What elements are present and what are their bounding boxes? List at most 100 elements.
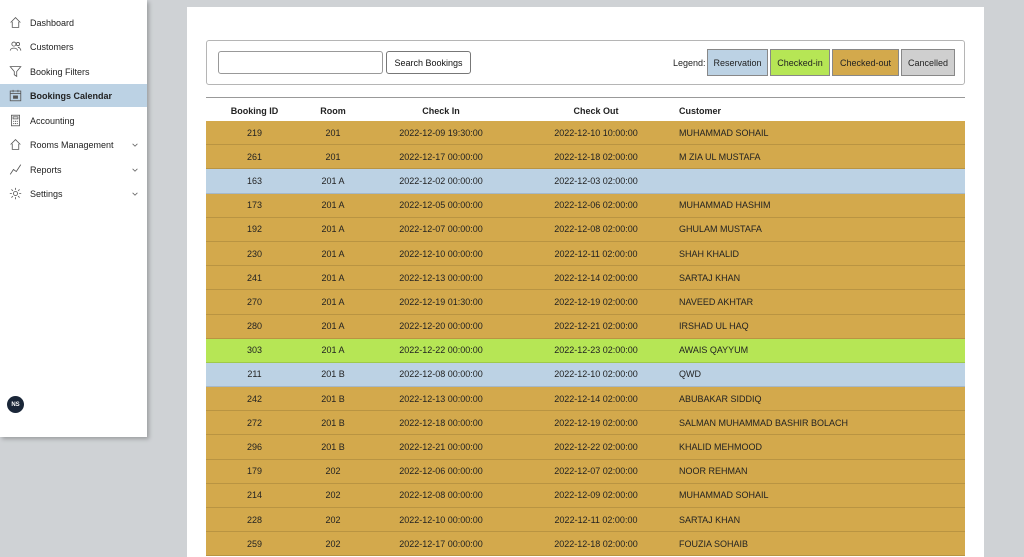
table-row[interactable]: 179 202 2022-12-06 00:00:00 2022-12-07 02:0… — [206, 459, 965, 484]
check-out-cell: 2022-12-11 02:00:00 — [554, 248, 638, 259]
customer-cell: NAVEED AKHTAR — [679, 296, 754, 307]
search-input[interactable] — [218, 51, 383, 74]
booking-id-cell: 261 — [246, 151, 263, 162]
table-row[interactable]: 280 201 A 2022-12-20 00:00:00 2022-12-21 02… — [206, 314, 965, 339]
booking-id-cell: 270 — [246, 296, 263, 307]
room-cell: 201 A — [321, 200, 345, 211]
booking-id-cell: 228 — [246, 514, 263, 525]
sidebar-item-customers[interactable]: Customers — [0, 35, 147, 58]
table-row[interactable]: 173 201 A 2022-12-05 00:00:00 2022-12-06 02… — [206, 193, 965, 218]
check-in-cell: 2022-12-06 00:00:00 — [399, 466, 483, 477]
check-in-cell: 2022-12-13 00:00:00 — [399, 272, 483, 283]
room-cell: 201 — [325, 151, 341, 162]
check-in-cell: 2022-12-02 00:00:00 — [399, 175, 483, 186]
table-row[interactable]: 242 201 B 2022-12-13 00:00:00 2022-12-14 02… — [206, 387, 965, 412]
divider — [206, 97, 965, 98]
room-cell: 201 A — [321, 345, 345, 356]
booking-id-cell: 163 — [246, 175, 263, 186]
sidebar: Dashboard Customers Booking Filters Book… — [0, 0, 147, 437]
check-out-cell: 2022-12-23 02:00:00 — [554, 345, 638, 356]
customer-cell: MUHAMMAD SOHAIL — [679, 490, 769, 501]
booking-id-cell: 219 — [246, 127, 263, 138]
search-toolbar: Search Bookings Legend: Reservation Chec… — [206, 40, 965, 85]
check-in-cell: 2022-12-07 00:00:00 — [399, 224, 483, 235]
check-in-cell: 2022-12-10 00:00:00 — [399, 248, 483, 259]
booking-id-cell: 241 — [246, 272, 263, 283]
table-row[interactable]: 230 201 A 2022-12-10 00:00:00 2022-12-11 02… — [206, 241, 965, 267]
table-row[interactable]: 192 201 A 2022-12-07 00:00:00 2022-12-08 02… — [206, 217, 965, 242]
legend-label: Legend: — [673, 58, 706, 68]
sidebar-item-settings[interactable]: Settings — [0, 182, 147, 205]
booking-id-cell: 242 — [246, 393, 263, 404]
table-header: Booking ID Room Check In Check Out Custo… — [206, 100, 965, 121]
column-header-customer[interactable]: Customer — [673, 106, 965, 116]
room-cell: 201 B — [321, 393, 345, 404]
booking-id-cell: 214 — [246, 490, 263, 501]
avatar[interactable]: NS — [7, 396, 24, 413]
search-bookings-button[interactable]: Search Bookings — [386, 51, 471, 74]
sidebar-item-label: Customers — [30, 41, 74, 52]
check-out-cell: 2022-12-14 02:00:00 — [554, 393, 638, 404]
sidebar-item-reports[interactable]: Reports — [0, 158, 147, 181]
table-row[interactable]: 211 201 B 2022-12-08 00:00:00 2022-12-10 02… — [206, 362, 965, 388]
table-row[interactable]: 241 201 A 2022-12-13 00:00:00 2022-12-14 02… — [206, 266, 965, 291]
customer-cell: SARTAJ KHAN — [679, 272, 741, 283]
table-row[interactable]: 259 202 2022-12-17 00:00:00 2022-12-18 02:0… — [206, 532, 965, 557]
sidebar-item-booking-filters[interactable]: Booking Filters — [0, 60, 147, 83]
booking-id-cell: 230 — [246, 248, 263, 259]
filter-icon — [8, 65, 22, 79]
main-panel: Search Bookings Legend: Reservation Chec… — [187, 7, 984, 557]
users-icon — [8, 40, 22, 54]
sidebar-item-label: Bookings Calendar — [30, 90, 113, 101]
sidebar-item-dashboard[interactable]: Dashboard — [0, 11, 147, 34]
room-cell: 201 A — [321, 224, 345, 235]
room-cell: 201 B — [321, 442, 345, 453]
chevron-down-icon[interactable] — [131, 190, 139, 198]
table-row[interactable]: 261 201 2022-12-17 00:00:00 2022-12-18 02:0… — [206, 145, 965, 170]
check-in-cell: 2022-12-21 00:00:00 — [399, 442, 483, 453]
sidebar-item-rooms-management[interactable]: Rooms Management — [0, 133, 147, 156]
column-header-check-out[interactable]: Check Out — [519, 106, 673, 116]
sidebar-item-accounting[interactable]: Accounting — [0, 109, 147, 132]
sidebar-item-bookings-calendar[interactable]: Bookings Calendar — [0, 84, 147, 107]
check-out-cell: 2022-12-07 02:00:00 — [554, 466, 638, 477]
room-cell: 201 A — [321, 321, 345, 332]
customer-cell: QWD — [679, 369, 701, 380]
table-row[interactable]: 214 202 2022-12-08 00:00:00 2022-12-09 02:0… — [206, 483, 965, 508]
customer-cell: MUHAMMAD HASHIM — [679, 200, 771, 211]
sidebar-item-label: Settings — [30, 188, 63, 199]
check-out-cell: 2022-12-19 02:00:00 — [554, 296, 638, 307]
column-header-check-in[interactable]: Check In — [363, 106, 519, 116]
chevron-down-icon[interactable] — [131, 166, 139, 174]
legend-cancelled: Cancelled — [901, 49, 955, 76]
customer-cell: ABUBAKAR SIDDIQ — [679, 393, 762, 404]
booking-id-cell: 296 — [246, 442, 263, 453]
table-row[interactable]: 272 201 B 2022-12-18 00:00:00 2022-12-19 02… — [206, 411, 965, 436]
check-in-cell: 2022-12-18 00:00:00 — [399, 417, 483, 428]
sidebar-item-label: Accounting — [30, 115, 75, 126]
room-cell: 202 — [325, 538, 341, 549]
check-in-cell: 2022-12-20 00:00:00 — [399, 321, 483, 332]
room-cell: 201 — [325, 127, 341, 138]
booking-id-cell: 259 — [246, 538, 263, 549]
chevron-down-icon[interactable] — [131, 141, 139, 149]
room-cell: 201 A — [321, 175, 345, 186]
bookings-table-body: 219 201 2022-12-09 19:30:00 2022-12-10 10:0… — [206, 121, 965, 557]
table-row[interactable]: 163 201 A 2022-12-02 00:00:00 2022-12-03 02… — [206, 169, 965, 194]
booking-id-cell: 173 — [246, 200, 263, 211]
column-header-booking-id[interactable]: Booking ID — [206, 106, 303, 116]
check-in-cell: 2022-12-10 00:00:00 — [399, 514, 483, 525]
column-header-room[interactable]: Room — [303, 106, 363, 116]
table-row[interactable]: 228 202 2022-12-10 00:00:00 2022-12-11 02:0… — [206, 508, 965, 533]
sidebar-item-label: Dashboard — [30, 17, 75, 28]
table-row[interactable]: 270 201 A 2022-12-19 01:30:00 2022-12-19 02… — [206, 290, 965, 315]
table-row[interactable]: 296 201 B 2022-12-21 00:00:00 2022-12-22 02… — [206, 435, 965, 460]
table-row[interactable]: 219 201 2022-12-09 19:30:00 2022-12-10 10:0… — [206, 121, 965, 146]
check-out-cell: 2022-12-18 02:00:00 — [554, 151, 638, 162]
customer-cell: MUHAMMAD SOHAIL — [679, 127, 769, 138]
table-row[interactable]: 303 201 A 2022-12-22 00:00:00 2022-12-23 02… — [206, 338, 965, 363]
customer-cell: NOOR REHMAN — [679, 466, 748, 477]
check-out-cell: 2022-12-11 02:00:00 — [554, 514, 638, 525]
booking-id-cell: 272 — [246, 417, 263, 428]
home-icon — [8, 16, 22, 30]
